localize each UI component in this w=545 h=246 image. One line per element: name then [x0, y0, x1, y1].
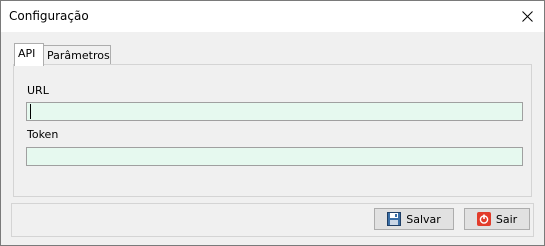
exit-button-label: Sair [495, 212, 518, 226]
exit-button[interactable]: Sair [464, 208, 530, 230]
tab-api[interactable]: API [14, 43, 44, 66]
api-tab-panel: URL Token [13, 64, 532, 197]
url-input[interactable] [26, 102, 523, 121]
text-caret [30, 104, 31, 119]
title-bar: Configuração [1, 1, 544, 32]
token-label: Token [27, 128, 59, 141]
save-button-label: Salvar [406, 212, 441, 226]
tab-api-label: API [18, 47, 36, 60]
token-input[interactable] [26, 147, 523, 166]
button-bar: Salvar Sair [11, 203, 534, 237]
power-icon [476, 212, 491, 226]
tab-parametros-label: Parâmetros [47, 49, 110, 62]
window-title: Configuração [9, 9, 89, 23]
save-button[interactable]: Salvar [374, 208, 454, 230]
close-icon [522, 11, 533, 22]
url-label: URL [27, 84, 49, 97]
close-button[interactable] [510, 1, 544, 32]
tab-parametros[interactable]: Parâmetros [43, 45, 111, 65]
floppy-disk-icon [387, 212, 402, 226]
config-window: Configuração API Parâmetros URL Token Sa… [0, 0, 545, 246]
